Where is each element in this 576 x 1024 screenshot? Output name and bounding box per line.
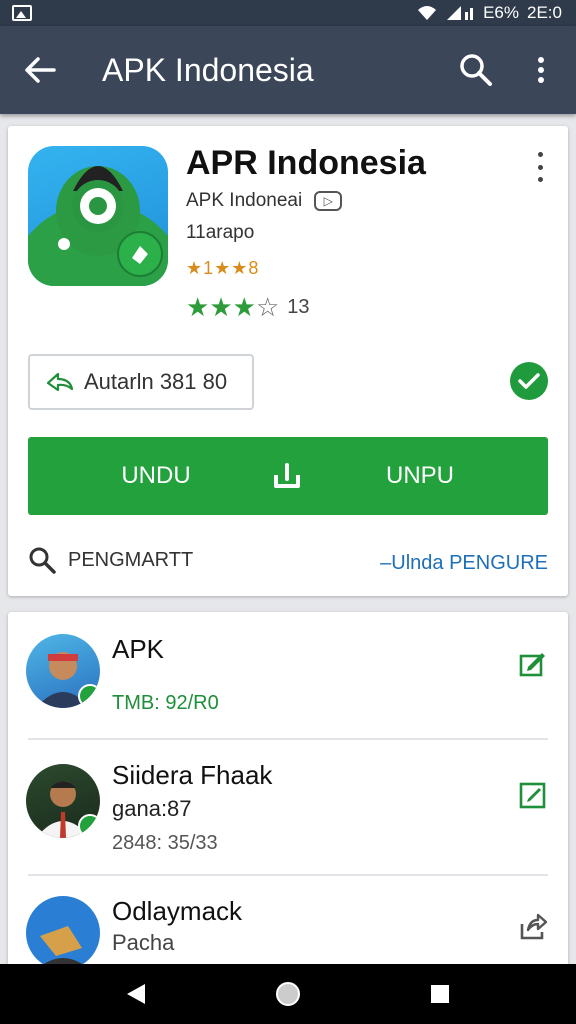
app-bar-title: APK Indonesia bbox=[102, 51, 314, 88]
square-recents-icon bbox=[431, 985, 449, 1003]
nav-home-button[interactable] bbox=[258, 964, 318, 1024]
list-item-title: Siidera Fhaak bbox=[112, 760, 273, 790]
verified-check-icon bbox=[510, 362, 548, 400]
download-left-label: UNDU bbox=[121, 462, 191, 489]
app-name: APR Indonesia bbox=[186, 144, 426, 182]
rating-summary: ★1★★8 bbox=[186, 258, 260, 278]
list-item-meta: 2848: 35/33 bbox=[112, 832, 218, 854]
auth-button[interactable]: Autarln 381 80 bbox=[28, 354, 254, 410]
online-badge-icon bbox=[78, 814, 100, 838]
download-icon bbox=[252, 463, 322, 489]
download-right-label: UNPU bbox=[385, 462, 454, 489]
app-card-menu-button[interactable] bbox=[528, 152, 552, 182]
star-empty-icon: ☆ bbox=[255, 292, 280, 322]
list-item-subtitle: gana:87 bbox=[112, 796, 192, 821]
edit-icon[interactable] bbox=[518, 648, 548, 678]
list-item[interactable]: Odlaymack Pacha bbox=[8, 876, 568, 972]
battery-level: E6% bbox=[483, 3, 520, 22]
app-category: 11arapo bbox=[186, 222, 255, 243]
status-bar: E6% 2E:0 bbox=[0, 0, 576, 26]
app-list-card: APK TMB: 92/R0 Siidera Fhaak gana:87 284… bbox=[8, 612, 568, 972]
image-notification-icon bbox=[12, 5, 32, 21]
wifi-icon bbox=[418, 6, 437, 20]
share-arrow-icon bbox=[46, 372, 74, 392]
edit-icon[interactable] bbox=[518, 780, 548, 810]
back-button[interactable] bbox=[0, 26, 80, 114]
avatar bbox=[26, 896, 100, 970]
triangle-back-icon bbox=[127, 984, 145, 1004]
circle-home-icon bbox=[276, 982, 300, 1006]
signal-icon bbox=[447, 6, 474, 20]
star-rating: ★ ★ ★ ☆ 13 bbox=[186, 292, 310, 323]
list-item-meta: TMB: 92/R0 bbox=[112, 692, 219, 714]
search-link[interactable]: PENGMARTT bbox=[28, 546, 193, 574]
overflow-menu-button[interactable] bbox=[506, 26, 576, 114]
star-filled-icon: ★ bbox=[232, 292, 256, 322]
list-item[interactable]: APK TMB: 92/R0 bbox=[8, 612, 568, 740]
avatar bbox=[26, 764, 100, 838]
list-item-title: APK bbox=[112, 634, 165, 664]
navigation-bar bbox=[0, 964, 576, 1024]
search-icon bbox=[460, 54, 492, 86]
status-time: 2E:0 bbox=[527, 3, 562, 22]
rating-count: 13 bbox=[287, 296, 310, 318]
nav-back-button[interactable] bbox=[106, 964, 166, 1024]
star-filled-icon: ★ bbox=[209, 292, 233, 322]
search-label: PENGMARTT bbox=[68, 548, 194, 571]
nav-recents-button[interactable] bbox=[410, 964, 470, 1024]
app-bar: APK Indonesia bbox=[0, 26, 576, 114]
list-item[interactable]: Siidera Fhaak gana:87 2848: 35/33 bbox=[8, 740, 568, 876]
auth-label: Autarln 381 80 bbox=[84, 369, 228, 394]
more-link[interactable]: –Ulnda PENGURE bbox=[380, 552, 548, 575]
developer-name: APK Indoneai bbox=[186, 190, 303, 211]
search-icon bbox=[29, 547, 56, 574]
more-vertical-icon bbox=[538, 57, 544, 83]
list-item-title: Odlaymack bbox=[112, 896, 243, 926]
online-badge-icon bbox=[78, 684, 100, 708]
app-developer[interactable]: APK Indoneai ▷ bbox=[186, 190, 343, 212]
arrow-left-icon bbox=[25, 57, 56, 83]
download-button[interactable]: UNDU UNPU bbox=[28, 437, 548, 515]
app-detail-card: APR Indonesia APK Indoneai ▷ 11arapo ★1★… bbox=[8, 126, 568, 596]
app-logo-icon bbox=[28, 146, 168, 286]
share-icon[interactable] bbox=[518, 912, 548, 942]
avatar bbox=[26, 634, 100, 708]
star-filled-icon: ★ bbox=[186, 292, 210, 322]
search-button[interactable] bbox=[446, 26, 506, 114]
list-item-subtitle: Pacha bbox=[112, 930, 175, 955]
developer-badge-icon: ▷ bbox=[314, 191, 343, 211]
